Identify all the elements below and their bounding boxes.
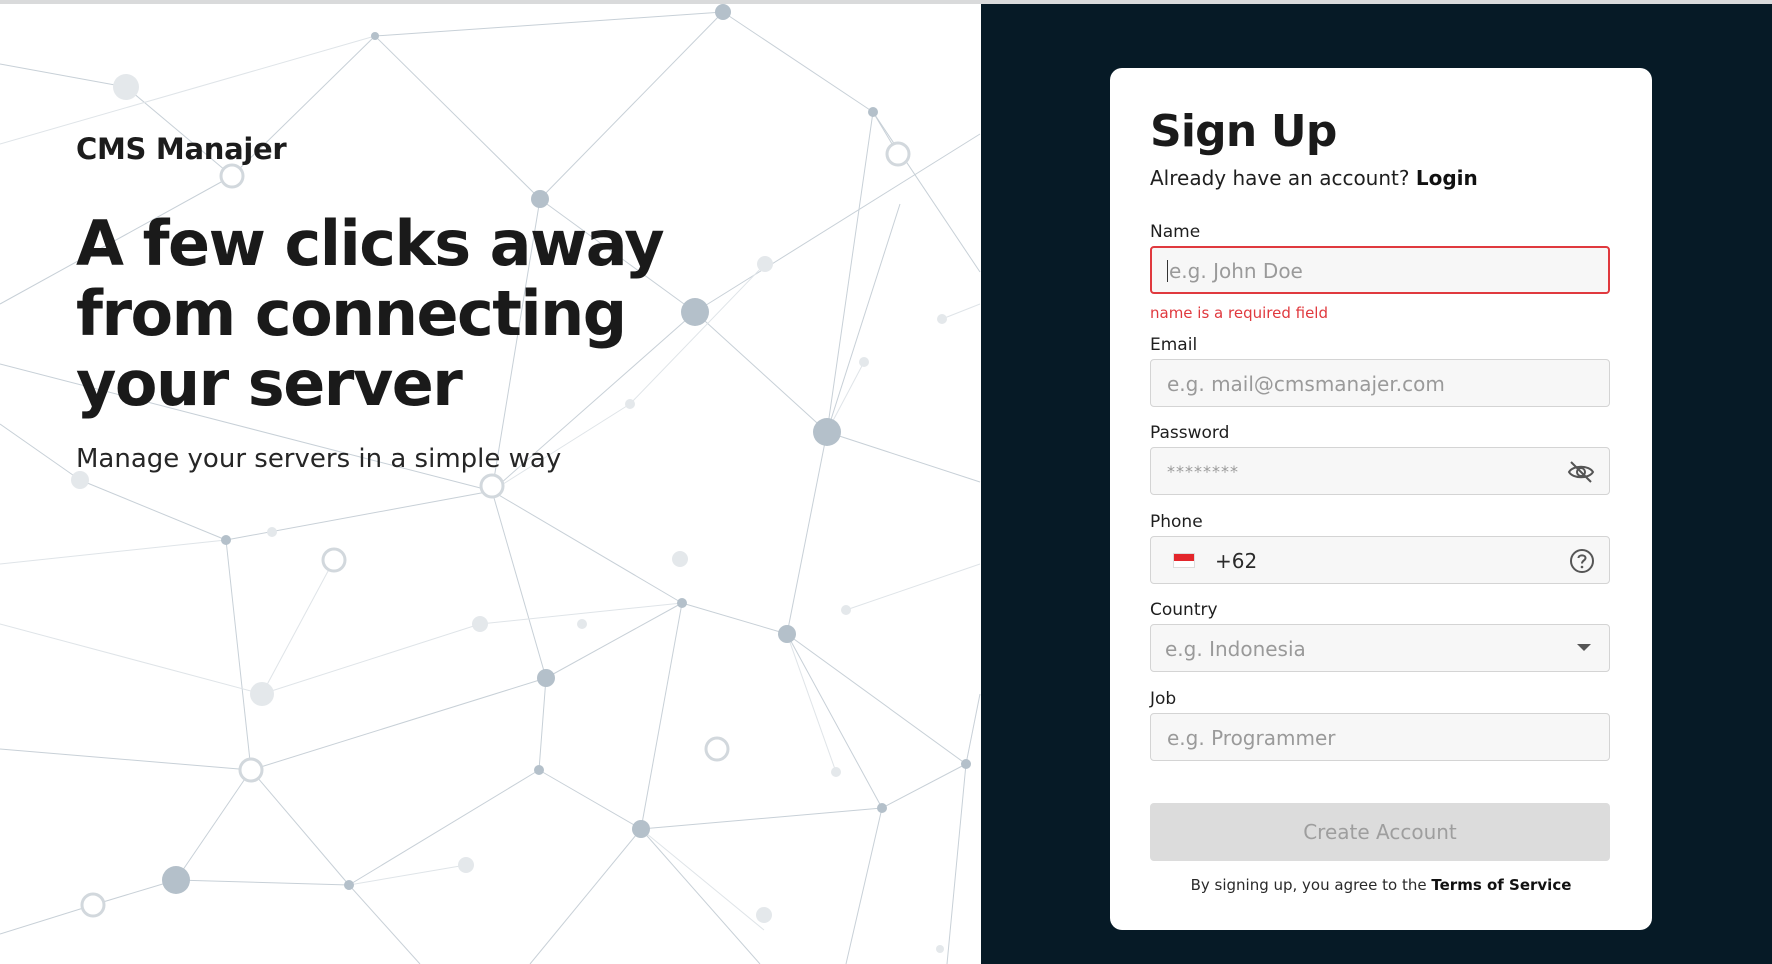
terms-of-service-link[interactable]: Terms of Service bbox=[1431, 876, 1571, 894]
country-select[interactable]: e.g. Indonesia bbox=[1150, 624, 1610, 672]
job-placeholder: e.g. Programmer bbox=[1167, 726, 1336, 750]
phone-dial-code: +62 bbox=[1215, 549, 1258, 573]
login-prompt-text: Already have an account? bbox=[1150, 166, 1410, 190]
country-placeholder: e.g. Indonesia bbox=[1165, 637, 1306, 661]
chevron-down-icon[interactable] bbox=[1577, 644, 1591, 651]
name-error-message: name is a required field bbox=[1150, 304, 1329, 322]
job-input[interactable]: e.g. Programmer bbox=[1150, 713, 1610, 761]
email-placeholder: e.g. mail@cmsmanajer.com bbox=[1167, 372, 1445, 396]
name-label: Name bbox=[1150, 222, 1201, 242]
phone-label: Phone bbox=[1150, 512, 1203, 532]
indonesia-flag-icon[interactable] bbox=[1173, 553, 1195, 568]
login-prompt: Already have an account? Login bbox=[1150, 166, 1478, 190]
form-title: Sign Up bbox=[1150, 106, 1337, 157]
hero-headline: A few clicks away from connecting your s… bbox=[76, 207, 665, 420]
question-circle-icon[interactable] bbox=[1569, 548, 1595, 574]
name-placeholder: e.g. John Doe bbox=[1169, 259, 1303, 283]
text-caret bbox=[1167, 259, 1168, 282]
job-label: Job bbox=[1150, 689, 1177, 709]
top-border bbox=[0, 0, 1772, 4]
email-input[interactable]: e.g. mail@cmsmanajer.com bbox=[1150, 359, 1610, 407]
email-label: Email bbox=[1150, 335, 1198, 355]
terms-prefix: By signing up, you agree to the bbox=[1190, 876, 1427, 894]
name-input[interactable]: e.g. John Doe bbox=[1150, 246, 1610, 294]
phone-input[interactable]: +62 bbox=[1150, 536, 1610, 584]
hero-panel: CMS Manajer A few clicks away from conne… bbox=[0, 4, 981, 964]
brand-name: CMS Manajer bbox=[76, 132, 287, 166]
password-label: Password bbox=[1150, 423, 1230, 443]
country-label: Country bbox=[1150, 600, 1218, 620]
create-account-button[interactable]: Create Account bbox=[1150, 803, 1610, 861]
login-link[interactable]: Login bbox=[1416, 166, 1478, 190]
password-placeholder: ******** bbox=[1167, 462, 1239, 481]
hero-tagline: Manage your servers in a simple way bbox=[76, 444, 562, 474]
password-input[interactable]: ******** bbox=[1150, 447, 1610, 495]
terms-notice: By signing up, you agree to the Terms of… bbox=[1110, 876, 1652, 894]
eye-off-icon[interactable] bbox=[1567, 459, 1595, 485]
signup-card: Sign Up Already have an account? Login N… bbox=[1110, 68, 1652, 930]
